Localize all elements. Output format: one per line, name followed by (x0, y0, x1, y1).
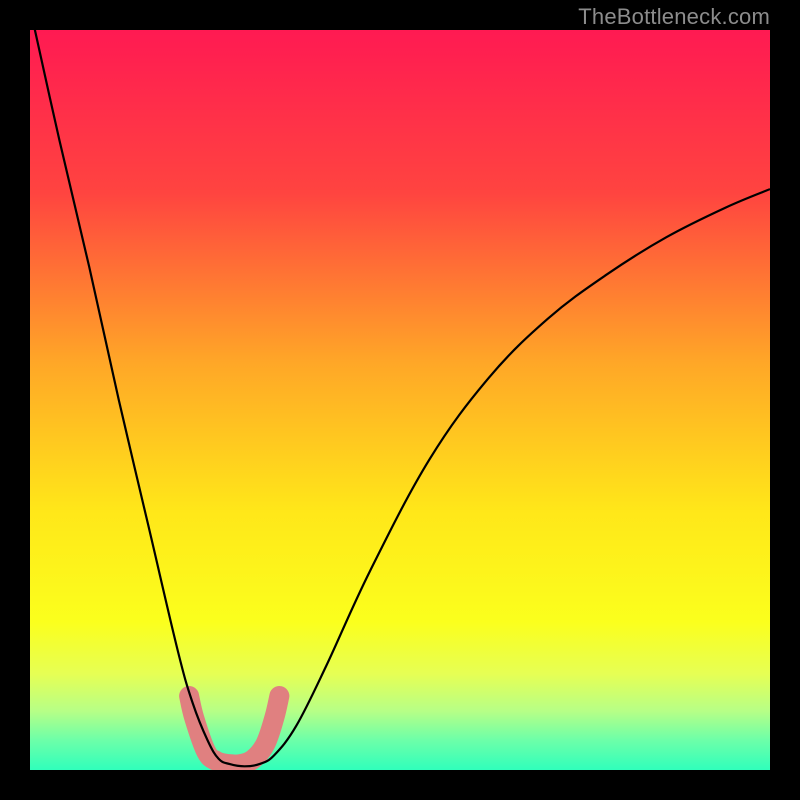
curve-layer (30, 30, 770, 770)
chart-frame: TheBottleneck.com (0, 0, 800, 800)
plot-area (30, 30, 770, 770)
bottleneck-curve (30, 30, 770, 766)
watermark-text: TheBottleneck.com (578, 4, 770, 30)
